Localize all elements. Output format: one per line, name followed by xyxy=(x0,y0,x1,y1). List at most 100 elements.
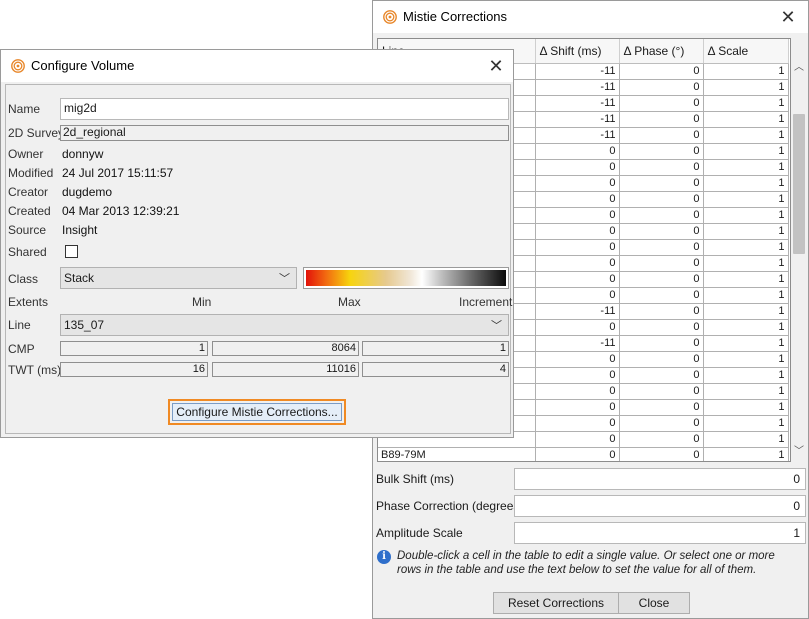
scale-cell[interactable]: 1 xyxy=(703,303,789,320)
shift-cell[interactable]: 0 xyxy=(535,383,620,400)
scale-cell[interactable]: 1 xyxy=(703,79,789,96)
mistie-titlebar[interactable]: Mistie Corrections ✕ xyxy=(373,1,808,33)
scale-cell[interactable]: 1 xyxy=(703,383,789,400)
shared-checkbox[interactable] xyxy=(65,245,78,258)
phase-cell[interactable]: 0 xyxy=(619,143,704,160)
phase-correction-input[interactable]: 0 xyxy=(514,495,806,517)
reset-corrections-button[interactable]: Reset Corrections xyxy=(493,592,619,614)
scale-cell[interactable]: 1 xyxy=(703,415,789,432)
shift-cell[interactable]: 0 xyxy=(535,239,620,256)
phase-cell[interactable]: 0 xyxy=(619,351,704,368)
class-dropdown[interactable]: Stack ﹀ xyxy=(60,267,297,289)
phase-cell[interactable]: 0 xyxy=(619,63,704,80)
phase-cell[interactable]: 0 xyxy=(619,383,704,400)
shift-cell[interactable]: 0 xyxy=(535,287,620,304)
phase-cell[interactable]: 0 xyxy=(619,191,704,208)
shift-cell[interactable]: -11 xyxy=(535,79,620,96)
shift-cell[interactable]: 0 xyxy=(535,447,620,461)
table-row[interactable]: B89-79M 0 0 1 xyxy=(378,447,789,461)
phase-cell[interactable]: 0 xyxy=(619,287,704,304)
phase-cell[interactable]: 0 xyxy=(619,159,704,176)
scale-cell[interactable]: 1 xyxy=(703,351,789,368)
shift-cell[interactable]: 0 xyxy=(535,207,620,224)
scale-cell[interactable]: 1 xyxy=(703,159,789,176)
line-label: Line xyxy=(8,318,31,332)
line-cell[interactable]: B89-79M xyxy=(378,447,536,461)
scale-cell[interactable]: 1 xyxy=(703,239,789,256)
scale-cell[interactable]: 1 xyxy=(703,223,789,240)
shift-cell[interactable]: 0 xyxy=(535,159,620,176)
column-header-phase[interactable]: Δ Phase (°) xyxy=(619,39,704,64)
scale-cell[interactable]: 1 xyxy=(703,319,789,336)
shift-cell[interactable]: 0 xyxy=(535,271,620,288)
close-icon[interactable]: ✕ xyxy=(484,54,508,78)
phase-cell[interactable]: 0 xyxy=(619,319,704,336)
shift-cell[interactable]: -11 xyxy=(535,127,620,144)
phase-cell[interactable]: 0 xyxy=(619,207,704,224)
column-header-shift[interactable]: Δ Shift (ms) xyxy=(535,39,620,64)
phase-cell[interactable]: 0 xyxy=(619,127,704,144)
phase-cell[interactable]: 0 xyxy=(619,223,704,240)
phase-cell[interactable]: 0 xyxy=(619,255,704,272)
phase-cell[interactable]: 0 xyxy=(619,79,704,96)
scale-cell[interactable]: 1 xyxy=(703,95,789,112)
scale-cell[interactable]: 1 xyxy=(703,431,789,448)
volume-titlebar[interactable]: Configure Volume ✕ xyxy=(1,50,513,82)
phase-cell[interactable]: 0 xyxy=(619,175,704,192)
shift-cell[interactable]: -11 xyxy=(535,335,620,352)
scale-cell[interactable]: 1 xyxy=(703,207,789,224)
shift-cell[interactable]: 0 xyxy=(535,175,620,192)
shift-cell[interactable]: 0 xyxy=(535,367,620,384)
configure-mistie-corrections-button[interactable]: Configure Mistie Corrections... xyxy=(172,403,342,421)
shift-cell[interactable]: 0 xyxy=(535,255,620,272)
phase-cell[interactable]: 0 xyxy=(619,303,704,320)
scale-cell[interactable]: 1 xyxy=(703,271,789,288)
scrollbar-thumb[interactable] xyxy=(793,114,805,254)
scale-cell[interactable]: 1 xyxy=(703,175,789,192)
shift-cell[interactable]: 0 xyxy=(535,399,620,416)
shift-cell[interactable]: 0 xyxy=(535,415,620,432)
shift-cell[interactable]: -11 xyxy=(535,63,620,80)
phase-cell[interactable]: 0 xyxy=(619,239,704,256)
shift-cell[interactable]: -11 xyxy=(535,303,620,320)
shift-cell[interactable]: -11 xyxy=(535,95,620,112)
scale-cell[interactable]: 1 xyxy=(703,255,789,272)
scale-cell[interactable]: 1 xyxy=(703,127,789,144)
phase-cell[interactable]: 0 xyxy=(619,271,704,288)
scale-cell[interactable]: 1 xyxy=(703,287,789,304)
scale-cell[interactable]: 1 xyxy=(703,191,789,208)
scale-cell[interactable]: 1 xyxy=(703,367,789,384)
scroll-up-icon[interactable]: ︿ xyxy=(791,60,807,76)
column-header-scale[interactable]: Δ Scale xyxy=(703,39,789,64)
shift-cell[interactable]: 0 xyxy=(535,143,620,160)
phase-cell[interactable]: 0 xyxy=(619,367,704,384)
scale-cell[interactable]: 1 xyxy=(703,335,789,352)
scale-cell[interactable]: 1 xyxy=(703,399,789,416)
phase-cell[interactable]: 0 xyxy=(619,399,704,416)
shift-cell[interactable]: 0 xyxy=(535,223,620,240)
shift-cell[interactable]: -11 xyxy=(535,111,620,128)
phase-cell[interactable]: 0 xyxy=(619,415,704,432)
scale-cell[interactable]: 1 xyxy=(703,447,789,461)
amplitude-scale-input[interactable]: 1 xyxy=(514,522,806,544)
table-scrollbar[interactable]: ︿ ﹀ xyxy=(791,38,807,462)
line-dropdown[interactable]: 135_07 ﹀ xyxy=(60,314,509,336)
close-icon[interactable]: ✕ xyxy=(776,5,800,29)
shift-cell[interactable]: 0 xyxy=(535,191,620,208)
bulk-shift-input[interactable]: 0 xyxy=(514,468,806,490)
phase-cell[interactable]: 0 xyxy=(619,431,704,448)
shift-cell[interactable]: 0 xyxy=(535,319,620,336)
close-button[interactable]: Close xyxy=(618,592,690,614)
phase-cell[interactable]: 0 xyxy=(619,335,704,352)
scale-cell[interactable]: 1 xyxy=(703,143,789,160)
shift-cell[interactable]: 0 xyxy=(535,431,620,448)
name-input[interactable]: mig2d xyxy=(60,98,509,120)
phase-cell[interactable]: 0 xyxy=(619,111,704,128)
phase-cell[interactable]: 0 xyxy=(619,447,704,461)
scale-cell[interactable]: 1 xyxy=(703,111,789,128)
scale-cell[interactable]: 1 xyxy=(703,63,789,80)
shift-cell[interactable]: 0 xyxy=(535,351,620,368)
colorbar-selector[interactable] xyxy=(303,267,509,289)
scroll-down-icon[interactable]: ﹀ xyxy=(791,444,807,460)
phase-cell[interactable]: 0 xyxy=(619,95,704,112)
